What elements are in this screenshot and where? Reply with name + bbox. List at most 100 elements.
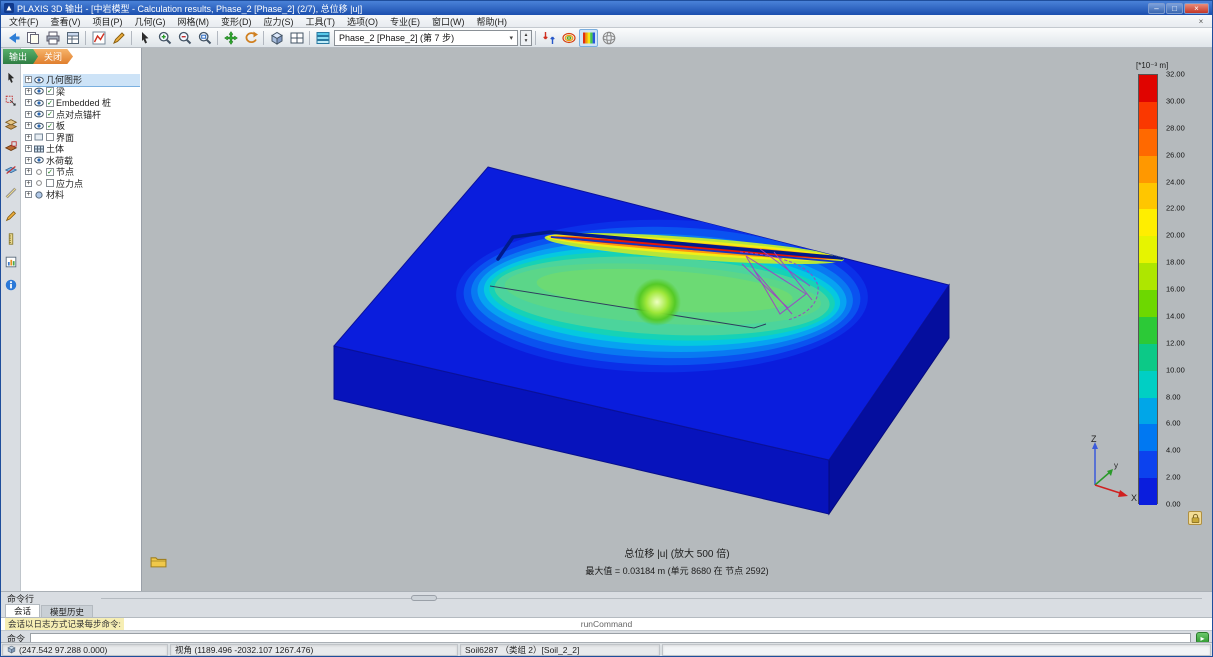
- tree-item[interactable]: +界面: [23, 132, 140, 144]
- annotate-button[interactable]: [3, 208, 19, 224]
- tree-expander[interactable]: +: [25, 88, 32, 95]
- report-button[interactable]: [63, 29, 82, 47]
- view-angle: 视角 (1189.496 -2032.107 1267.476): [170, 644, 458, 656]
- menu-item[interactable]: 窗口(W): [426, 15, 471, 27]
- axis-y-label: y: [1114, 461, 1118, 470]
- menu-item[interactable]: 应力(S): [258, 15, 300, 27]
- pointer-button[interactable]: [3, 70, 19, 86]
- zoom-in-button[interactable]: [155, 29, 174, 47]
- ruler-icon: [4, 232, 18, 246]
- tab-output[interactable]: 输出: [3, 49, 38, 64]
- tree-item[interactable]: +土体: [23, 143, 140, 155]
- phase-select[interactable]: Phase_2 [Phase_2] (第 7 步)▾: [334, 30, 518, 46]
- contour-lines-button[interactable]: [559, 29, 578, 47]
- report-chart-button[interactable]: [3, 254, 19, 270]
- pan-button[interactable]: [221, 29, 240, 47]
- rotate-button[interactable]: [241, 29, 260, 47]
- tree-item[interactable]: +水荷载: [23, 155, 140, 167]
- command-tab[interactable]: 会话: [5, 604, 40, 617]
- tree-checkbox[interactable]: [46, 179, 54, 187]
- tree-checkbox[interactable]: [46, 133, 54, 141]
- wireframe-button[interactable]: [599, 29, 618, 47]
- menu-item[interactable]: 工具(T): [300, 15, 342, 27]
- grid-icon: [34, 145, 44, 153]
- spinner-down-icon[interactable]: ▾: [525, 38, 528, 44]
- viewport-3d[interactable]: Z y X [*10⁻³ m] 32.0030.0028.0026.0024.0…: [142, 48, 1212, 591]
- menu-item[interactable]: 帮助(H): [471, 15, 514, 27]
- document-close-button[interactable]: ×: [1195, 17, 1207, 26]
- annotate-icon: [4, 209, 18, 223]
- tree-checkbox[interactable]: ✓: [46, 110, 54, 118]
- tree-expander[interactable]: +: [25, 191, 32, 198]
- zoom-out-button[interactable]: [175, 29, 194, 47]
- legend-tick-label: 30.00: [1166, 96, 1185, 105]
- tree-checkbox[interactable]: ✓: [46, 99, 54, 107]
- panel-splitter[interactable]: [101, 598, 1202, 599]
- maximize-button[interactable]: □: [1166, 3, 1183, 14]
- zoom-in-icon: [157, 30, 173, 46]
- tree-expander[interactable]: +: [25, 111, 32, 118]
- tree-expander[interactable]: +: [25, 145, 32, 152]
- cross-section-button[interactable]: [3, 162, 19, 178]
- tab-close[interactable]: 关闭: [32, 49, 73, 64]
- reset-zoom-button[interactable]: [195, 29, 214, 47]
- viewports-icon: [289, 30, 305, 46]
- tree-expander[interactable]: +: [25, 99, 32, 106]
- chevron-down-icon: ▾: [509, 34, 513, 42]
- copy-button[interactable]: [23, 29, 42, 47]
- tree-item-label: 材料: [46, 188, 64, 201]
- phase-list-button[interactable]: [313, 29, 332, 47]
- menu-item[interactable]: 选项(O): [341, 15, 384, 27]
- legend-tick-label: 4.00: [1166, 446, 1181, 455]
- info-button[interactable]: [3, 277, 19, 293]
- command-log[interactable]: 会话以日志方式记录每步命令: runCommand: [1, 618, 1212, 631]
- menu-item[interactable]: 文件(F): [3, 15, 45, 27]
- hide-soil-button[interactable]: [3, 116, 19, 132]
- measure-button[interactable]: [3, 185, 19, 201]
- tree-item[interactable]: +几何图形: [23, 74, 140, 86]
- tree-expander[interactable]: +: [25, 122, 32, 129]
- tree-expander[interactable]: +: [25, 157, 32, 164]
- ruler-button[interactable]: [3, 231, 19, 247]
- select-button[interactable]: [135, 29, 154, 47]
- scene-3d[interactable]: [142, 48, 1212, 591]
- print-button[interactable]: [43, 29, 62, 47]
- command-line-header: 命令行: [7, 592, 34, 605]
- close-button[interactable]: ×: [1184, 3, 1209, 14]
- minimize-button[interactable]: –: [1148, 3, 1165, 14]
- copy-icon: [25, 30, 41, 46]
- tree-item[interactable]: +应力点: [23, 178, 140, 190]
- tree-checkbox[interactable]: ✓: [46, 87, 54, 95]
- menu-item[interactable]: 项目(P): [87, 15, 129, 27]
- menu-item[interactable]: 几何(G): [129, 15, 172, 27]
- update-input-button[interactable]: [3, 29, 22, 47]
- select-soil-button[interactable]: [3, 139, 19, 155]
- annotation-button[interactable]: [109, 29, 128, 47]
- tree-expander[interactable]: +: [25, 76, 32, 83]
- shadings-button[interactable]: [579, 29, 598, 47]
- command-tab[interactable]: 模型历史: [41, 605, 93, 617]
- menu-item[interactable]: 查看(V): [45, 15, 87, 27]
- tree-item[interactable]: + 材料: [23, 189, 140, 201]
- select-structures-button[interactable]: [3, 93, 19, 109]
- perspective-button[interactable]: [267, 29, 286, 47]
- arrows-button[interactable]: [539, 29, 558, 47]
- menu-item[interactable]: 专业(E): [384, 15, 426, 27]
- tree-expander[interactable]: +: [25, 180, 32, 187]
- menu-item[interactable]: 变形(D): [215, 15, 258, 27]
- viewports-button[interactable]: [287, 29, 306, 47]
- legend-lock-icon[interactable]: [1188, 511, 1202, 525]
- tree-checkbox[interactable]: ✓: [46, 168, 54, 176]
- step-spinner[interactable]: ▴▾: [520, 30, 532, 46]
- tree-item[interactable]: +✓点对点锚杆: [23, 109, 140, 121]
- select-structures-icon: [4, 94, 18, 108]
- tree-item[interactable]: +✓板: [23, 120, 140, 132]
- menu-item[interactable]: 网格(M): [172, 15, 216, 27]
- curves-button[interactable]: [89, 29, 108, 47]
- tree-expander[interactable]: +: [25, 168, 32, 175]
- tree-checkbox[interactable]: ✓: [46, 122, 54, 130]
- splitter-handle-icon[interactable]: [411, 595, 437, 601]
- reset-zoom-icon: [197, 30, 213, 46]
- tree-expander[interactable]: +: [25, 134, 32, 141]
- annotation-icon: [111, 30, 127, 46]
